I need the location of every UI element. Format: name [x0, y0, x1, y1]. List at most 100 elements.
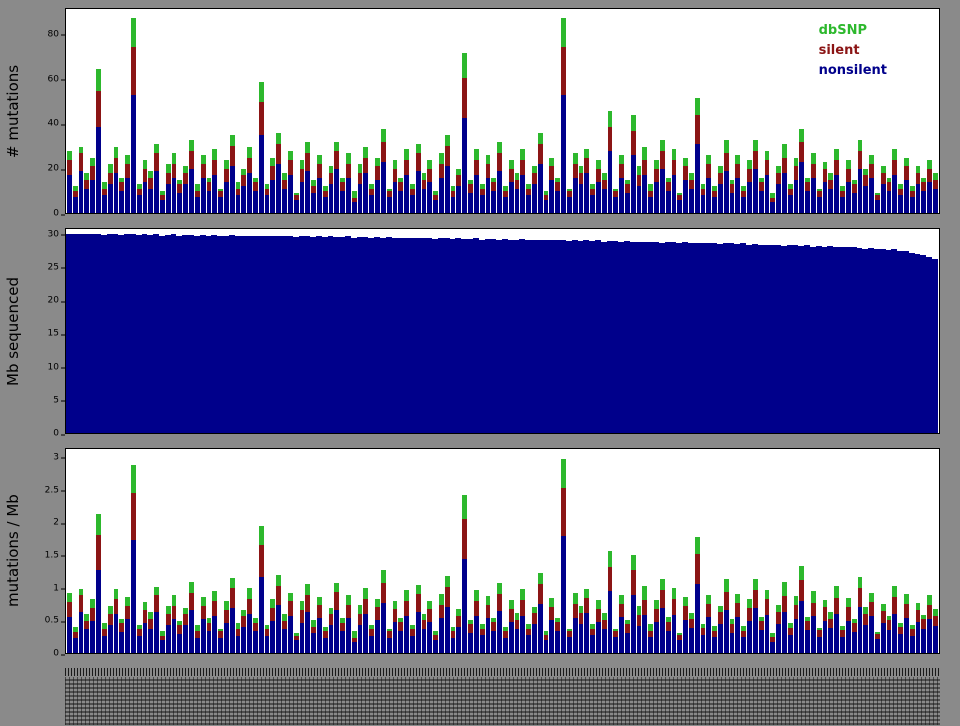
- bar: [404, 449, 409, 653]
- bar: [474, 9, 479, 213]
- bar: [363, 9, 368, 213]
- bar: [683, 449, 688, 653]
- bar: [648, 449, 653, 653]
- bar: [317, 9, 322, 213]
- y-tick-label: 10: [48, 363, 59, 372]
- bar: [776, 9, 781, 213]
- bar: [625, 9, 630, 213]
- y-axis-label-mutations-per-mb: mutations / Mb: [0, 448, 26, 654]
- y-tick-label: 15: [48, 330, 59, 339]
- bar: [916, 9, 921, 213]
- bar: [462, 9, 467, 213]
- panel-mutation-counts: # mutations 020406080 dbSNP silent nonsi…: [0, 8, 940, 214]
- bar: [195, 9, 200, 213]
- bar: [212, 449, 217, 653]
- bar: [712, 449, 717, 653]
- bar: [317, 449, 322, 653]
- bar: [416, 449, 421, 653]
- bar: [573, 9, 578, 213]
- bar: [433, 449, 438, 653]
- bar: [451, 9, 456, 213]
- bar: [422, 9, 427, 213]
- bar: [730, 449, 735, 653]
- bar: [503, 449, 508, 653]
- bar: [160, 9, 165, 213]
- y-axis-ticks-mutations: 020406080: [26, 8, 65, 214]
- bar: [683, 9, 688, 213]
- bar: [602, 9, 607, 213]
- bar: [613, 9, 618, 213]
- bar: [288, 449, 293, 653]
- bar: [265, 449, 270, 653]
- bar: [765, 449, 770, 653]
- y-tick-label: 0: [53, 430, 59, 439]
- bar: [654, 449, 659, 653]
- bar: [329, 9, 334, 213]
- bar: [480, 9, 485, 213]
- bar: [782, 449, 787, 653]
- bar: [282, 9, 287, 213]
- bar: [340, 9, 345, 213]
- bar: [201, 9, 206, 213]
- bar: [305, 449, 310, 653]
- bar: [241, 449, 246, 653]
- bar: [927, 449, 932, 653]
- panel-mb-sequenced: Mb sequenced 051015202530: [0, 228, 940, 434]
- bar: [491, 9, 496, 213]
- bar: [346, 9, 351, 213]
- bar: [660, 9, 665, 213]
- bar: [753, 449, 758, 653]
- bar: [90, 449, 95, 653]
- bar: [794, 9, 799, 213]
- bar: [549, 449, 554, 653]
- bar: [642, 449, 647, 653]
- bar: [137, 9, 142, 213]
- bar: [114, 9, 119, 213]
- bar: [480, 449, 485, 653]
- bar: [79, 9, 84, 213]
- bar: [329, 449, 334, 653]
- bar: [282, 449, 287, 653]
- bar: [887, 449, 892, 653]
- bar: [148, 9, 153, 213]
- bars-mutations-per-mb: [66, 449, 939, 653]
- bar: [300, 449, 305, 653]
- bar: [90, 9, 95, 213]
- bar: [933, 9, 938, 213]
- bar: [183, 9, 188, 213]
- bar: [67, 449, 72, 653]
- bar: [590, 9, 595, 213]
- bar: [375, 9, 380, 213]
- bar: [852, 449, 857, 653]
- bar: [555, 449, 560, 653]
- bar: [207, 449, 212, 653]
- bar: [828, 449, 833, 653]
- bar: [631, 449, 636, 653]
- bar: [904, 449, 909, 653]
- bar: [125, 449, 130, 653]
- bar: [270, 9, 275, 213]
- bar: [515, 9, 520, 213]
- bar: [799, 9, 804, 213]
- bar: [619, 449, 624, 653]
- bar: [189, 449, 194, 653]
- bar: [579, 449, 584, 653]
- bar: [381, 9, 386, 213]
- bar: [276, 9, 281, 213]
- bar: [137, 449, 142, 653]
- bar: [544, 9, 549, 213]
- bar: [520, 9, 525, 213]
- bar: [224, 449, 229, 653]
- legend-item-silent: silent: [819, 41, 887, 61]
- bar: [462, 449, 467, 653]
- bar: [921, 9, 926, 213]
- x-axis-label-texture: [65, 677, 940, 725]
- bar: [427, 9, 432, 213]
- y-tick-label: 30: [48, 230, 59, 239]
- bar: [172, 449, 177, 653]
- bar: [858, 449, 863, 653]
- bar: [352, 9, 357, 213]
- bar: [311, 9, 316, 213]
- bar: [131, 9, 136, 213]
- bar: [887, 9, 892, 213]
